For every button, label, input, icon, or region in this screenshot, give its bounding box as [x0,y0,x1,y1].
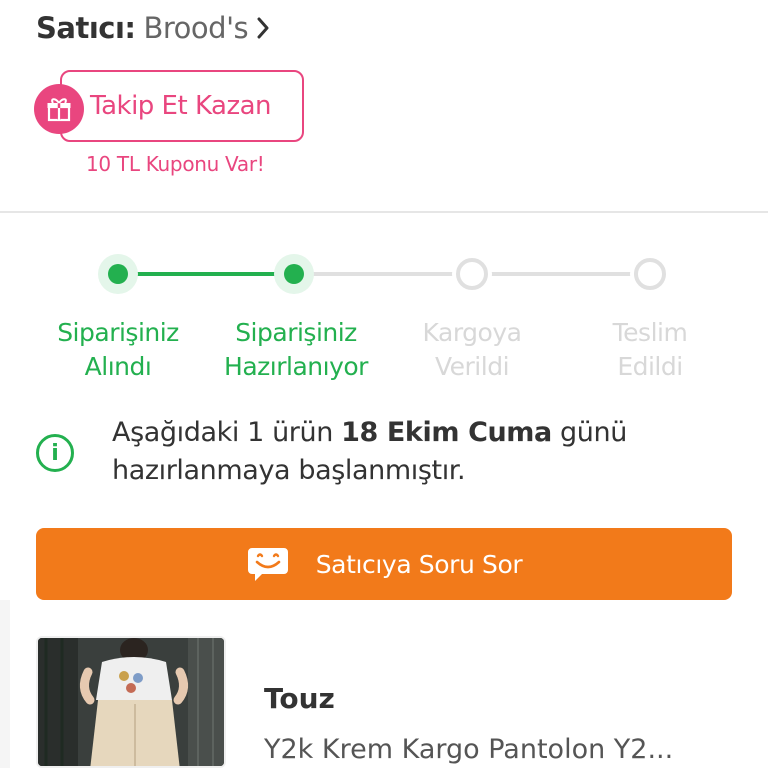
step-dot-preparing [274,254,314,294]
step-connector-done [118,272,294,276]
ask-seller-button[interactable]: Satıcıya Soru Sor [36,528,732,600]
product-card[interactable]: Touz Y2k Krem Kargo Pantolon Y2... [10,600,768,768]
follow-earn-button[interactable]: Takip Et Kazan [60,70,304,142]
step-dot-delivered [630,254,670,294]
ask-seller-label: Satıcıya Soru Sor [315,549,523,579]
seller-label: Satıcı: [36,11,136,45]
product-section: Touz Y2k Krem Kargo Pantolon Y2... [0,600,768,768]
info-icon: i [36,434,74,472]
info-text: Aşağıdaki 1 ürün 18 Ekim Cuma günü hazır… [112,414,712,490]
chevron-right-icon [256,17,270,39]
order-status-stepper: Siparişiniz Alındı Siparişiniz Hazırlanı… [0,240,768,400]
gift-icon [34,84,84,134]
section-divider [0,211,768,213]
follow-earn-label: Takip Et Kazan [90,91,272,121]
step-dot-received [98,254,138,294]
step-dot-shipped [452,254,492,294]
seller-name[interactable]: Brood's [144,11,249,45]
step-connector-pending [470,272,650,276]
step-connector-pending [294,272,470,276]
chat-smile-icon [246,545,290,583]
step-label-delivered: Teslim Edildi [612,318,688,381]
coupon-text: 10 TL Kuponu Var! [86,152,265,176]
seller-link[interactable]: Satıcı: Brood's [36,10,270,46]
info-date-highlight: 18 Ekim Cuma [341,417,552,448]
info-text-before: Aşağıdaki 1 ürün [112,417,342,448]
step-label-shipped: Kargoya Verildi [422,318,522,381]
info-message: i Aşağıdaki 1 ürün 18 Ekim Cuma günü haz… [36,414,736,494]
product-name[interactable]: Y2k Krem Kargo Pantolon Y2... [264,734,744,765]
step-label-received: Siparişiniz Alındı [57,318,179,381]
product-brand: Touz [264,682,335,715]
step-label-preparing: Siparişiniz Hazırlanıyor [224,318,368,381]
product-image[interactable] [36,636,226,768]
